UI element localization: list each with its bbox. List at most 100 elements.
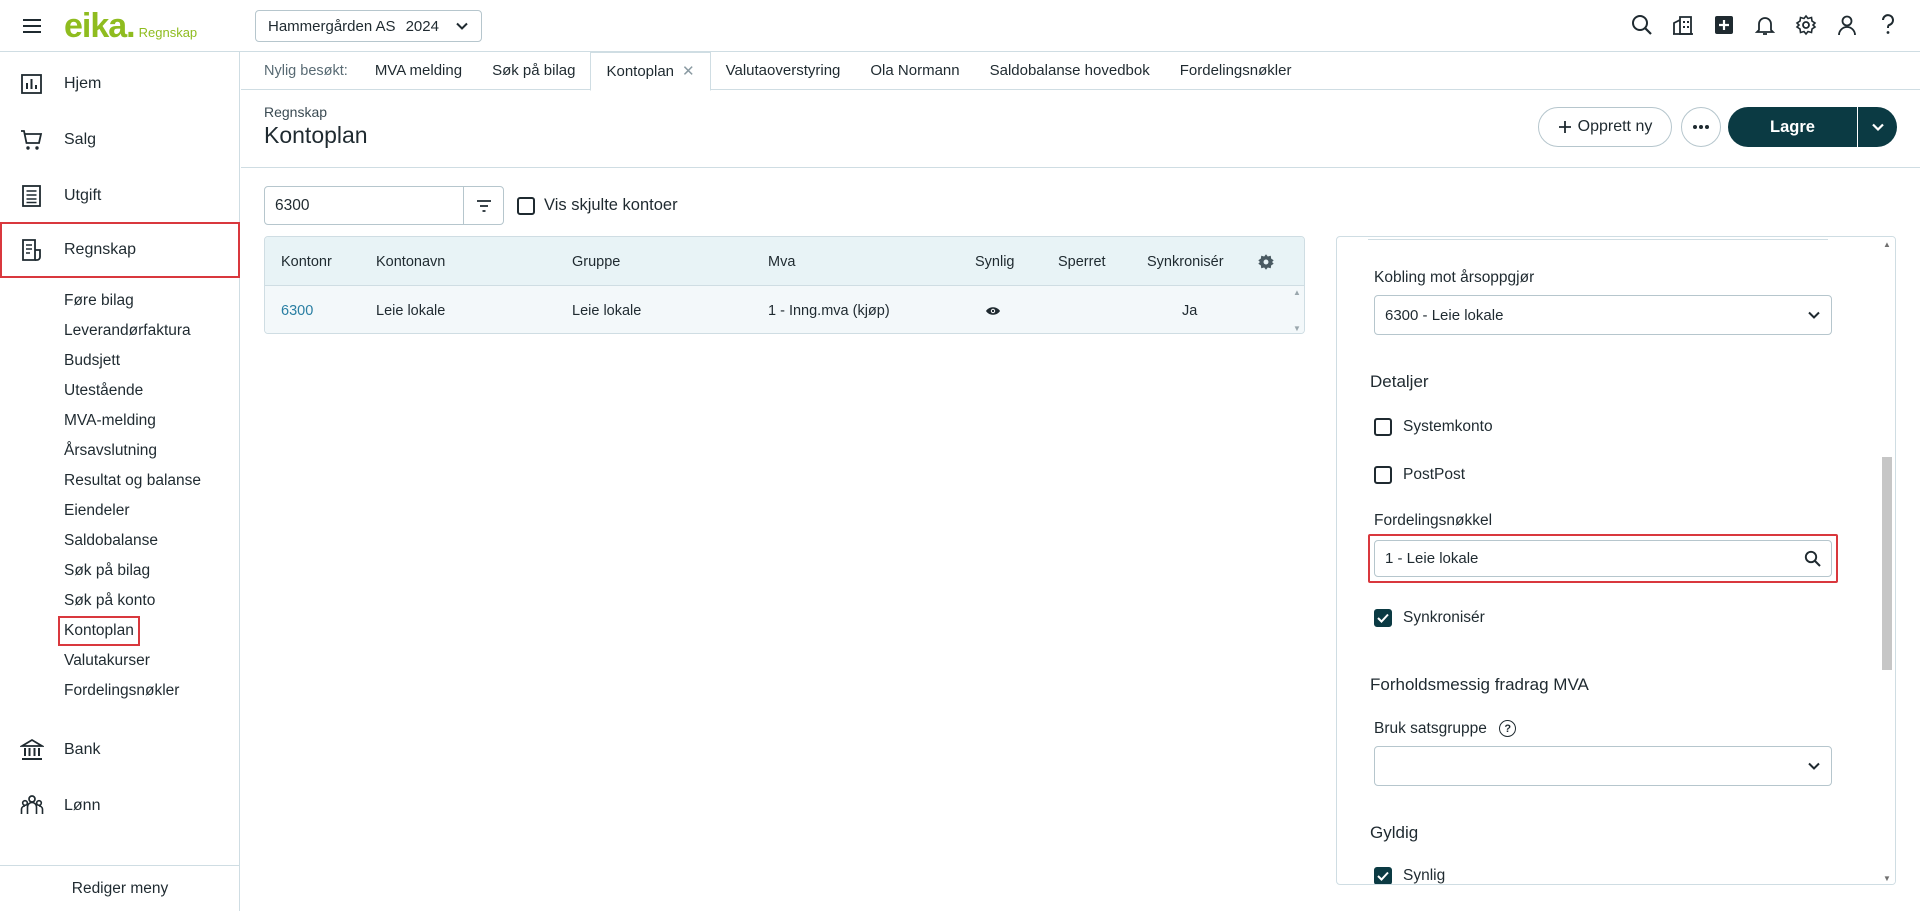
subnav-saldobalanse[interactable]: Saldobalanse xyxy=(64,532,158,550)
help-icon[interactable] xyxy=(1876,12,1900,38)
fordelingsnokkel-highlight xyxy=(1368,534,1838,583)
sidebar-item-utgift[interactable]: Utgift xyxy=(0,168,240,224)
cell-synkroniser: Ja xyxy=(1182,302,1198,319)
plus-square-icon[interactable] xyxy=(1712,12,1736,38)
breadcrumb[interactable]: Regnskap xyxy=(264,104,327,120)
subnav-leverandorfaktura[interactable]: Leverandørfaktura xyxy=(64,322,191,340)
checkbox-checked[interactable] xyxy=(1374,867,1392,884)
checkbox[interactable] xyxy=(1374,466,1392,484)
subnav-resultat-og-balanse[interactable]: Resultat og balanse xyxy=(64,472,201,490)
help-icon[interactable]: ? xyxy=(1499,720,1517,738)
sidebar-item-bank[interactable]: Bank xyxy=(0,722,240,778)
sidebar-item-label: Lønn xyxy=(64,797,101,814)
kobling-label: Kobling mot årsoppgjør xyxy=(1374,269,1535,286)
cell-kontonavn: Leie lokale xyxy=(376,302,446,319)
table-scrollbar[interactable]: ▲ ▼ xyxy=(1290,286,1304,333)
tab-kontoplan[interactable]: Kontoplan ✕ xyxy=(590,51,711,91)
subnav-fordelingsnokler[interactable]: Fordelingsnøkler xyxy=(64,682,179,700)
subnav-fore-bilag[interactable]: Føre bilag xyxy=(64,292,134,310)
scroll-up-icon[interactable]: ▲ xyxy=(1293,288,1301,297)
checkbox-checked[interactable] xyxy=(1374,609,1392,627)
column-settings-gear-icon[interactable] xyxy=(1257,237,1275,286)
tab-sok-pa-bilag[interactable]: Søk på bilag xyxy=(477,52,590,90)
recent-tabs: Nylig besøkt: MVA melding Søk på bilag K… xyxy=(241,51,1920,91)
subnav-kontoplan[interactable]: Kontoplan xyxy=(58,616,140,646)
fordelingsnokkel-input[interactable] xyxy=(1375,541,1785,576)
kobling-value: 6300 - Leie lokale xyxy=(1385,306,1504,324)
scroll-down-icon[interactable]: ▼ xyxy=(1293,324,1301,333)
fradrag-heading: Forholdsmessig fradrag MVA xyxy=(1370,675,1589,694)
checkbox[interactable] xyxy=(1374,418,1392,436)
search-icon[interactable] xyxy=(1804,550,1821,567)
checkbox[interactable] xyxy=(517,196,535,215)
account-search-input[interactable] xyxy=(264,186,464,225)
company-year: 2024 xyxy=(405,17,439,35)
cell-gruppe: Leie lokale xyxy=(572,302,642,319)
scrollbar-thumb[interactable] xyxy=(1882,457,1892,670)
hamburger-menu-icon[interactable] xyxy=(22,16,42,36)
show-hidden-accounts-toggle[interactable]: Vis skjulte kontoer xyxy=(517,196,678,215)
chevron-down-icon xyxy=(1807,759,1821,773)
sidebar-item-label: Salg xyxy=(64,131,97,148)
panel-scrollbar[interactable]: ▲ ▼ xyxy=(1879,237,1895,884)
postpost-checkbox[interactable]: PostPost xyxy=(1374,466,1465,484)
subnav-mva-melding[interactable]: MVA-melding xyxy=(64,412,156,430)
subnav-utestaende[interactable]: Utestående xyxy=(64,382,143,400)
sidebar-item-label: Bank xyxy=(64,741,101,758)
kobling-select[interactable]: 6300 - Leie lokale xyxy=(1374,295,1832,335)
synkroniser-checkbox[interactable]: Synkronisér xyxy=(1374,609,1485,627)
page-title: Kontoplan xyxy=(264,122,368,148)
building-icon[interactable] xyxy=(1671,12,1695,38)
subnav-sok-pa-konto[interactable]: Søk på konto xyxy=(64,592,155,610)
logo-subtitle: Regnskap xyxy=(138,25,198,40)
synkroniser-label: Synkronisér xyxy=(1403,609,1485,626)
chevron-down-icon xyxy=(1871,120,1885,134)
tab-ola-normann[interactable]: Ola Normann xyxy=(855,52,974,90)
bell-icon[interactable] xyxy=(1753,12,1777,38)
company-selector[interactable]: Hammergården AS 2024 xyxy=(255,10,482,42)
satsgruppe-select[interactable] xyxy=(1374,746,1832,786)
subnav-arsavslutning[interactable]: Årsavslutning xyxy=(64,442,157,460)
subnav-eiendeler[interactable]: Eiendeler xyxy=(64,502,130,520)
more-icon xyxy=(1692,124,1710,130)
systemkonto-checkbox[interactable]: Systemkonto xyxy=(1374,418,1493,436)
column-header-sperret[interactable]: Sperret xyxy=(1058,237,1106,286)
create-new-button[interactable]: Opprett ny xyxy=(1538,107,1672,147)
column-header-synlig[interactable]: Synlig xyxy=(975,237,1015,286)
sidebar-item-regnskap[interactable]: Regnskap xyxy=(0,222,240,278)
column-header-kontonr[interactable]: Kontonr xyxy=(281,237,332,286)
column-header-kontonavn[interactable]: Kontonavn xyxy=(376,237,445,286)
gear-icon[interactable] xyxy=(1794,12,1818,38)
filter-button[interactable] xyxy=(463,186,504,225)
tab-mva-melding[interactable]: MVA melding xyxy=(360,52,477,90)
subnav-valutakurser[interactable]: Valutakurser xyxy=(64,652,150,670)
more-options-button[interactable] xyxy=(1681,107,1721,147)
fordelingsnokkel-field[interactable] xyxy=(1374,540,1832,577)
synlig-checkbox[interactable]: Synlig xyxy=(1374,867,1445,884)
edit-menu-button[interactable]: Rediger meny xyxy=(0,865,240,911)
chart-icon xyxy=(20,72,44,96)
close-icon[interactable]: ✕ xyxy=(682,62,695,80)
cart-icon xyxy=(20,128,44,152)
eika-logo[interactable]: eika. Regnskap xyxy=(64,7,197,46)
sidebar-item-hjem[interactable]: Hjem xyxy=(0,56,240,112)
tab-saldobalanse-hovedbok[interactable]: Saldobalanse hovedbok xyxy=(975,52,1165,90)
scroll-up-icon[interactable]: ▲ xyxy=(1879,240,1895,249)
column-header-synkroniser[interactable]: Synkronisér xyxy=(1147,237,1224,286)
table-row[interactable]: 6300 Leie lokale Leie lokale 1 - Inng.mv… xyxy=(265,286,1304,333)
subnav-budsjett[interactable]: Budsjett xyxy=(64,352,120,370)
sidebar-item-salg[interactable]: Salg xyxy=(0,112,240,168)
scroll-down-icon[interactable]: ▼ xyxy=(1879,874,1895,883)
column-header-mva[interactable]: Mva xyxy=(768,237,795,286)
cell-kontonr[interactable]: 6300 xyxy=(281,286,313,333)
tab-fordelingsnokler[interactable]: Fordelingsnøkler xyxy=(1165,52,1307,90)
save-button[interactable]: Lagre xyxy=(1728,107,1857,147)
search-icon[interactable] xyxy=(1630,12,1654,38)
column-header-gruppe[interactable]: Gruppe xyxy=(572,237,620,286)
header-actions xyxy=(1630,12,1900,38)
user-icon[interactable] xyxy=(1835,12,1859,38)
save-options-button[interactable] xyxy=(1858,107,1897,147)
subnav-sok-pa-bilag[interactable]: Søk på bilag xyxy=(64,562,150,580)
tab-valutaoverstyring[interactable]: Valutaoverstyring xyxy=(711,52,856,90)
sidebar-item-lonn[interactable]: Lønn xyxy=(0,778,240,834)
